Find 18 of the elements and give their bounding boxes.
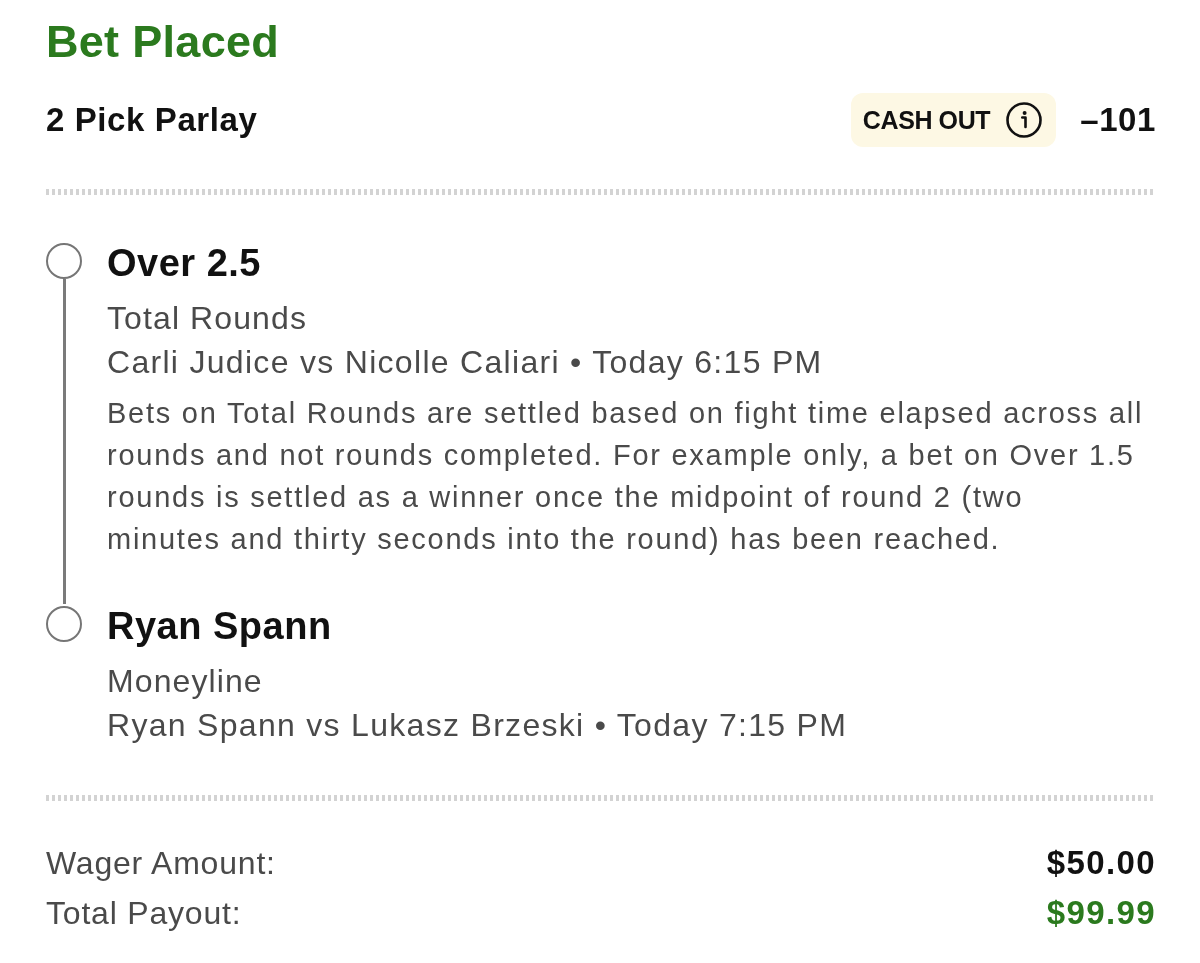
summary-label: Wager Amount:: [46, 844, 276, 882]
timeline-node-icon: [46, 606, 82, 642]
market-label: Moneyline: [107, 662, 264, 701]
summary-value: $50.00: [1046, 844, 1156, 882]
bet-type-label: 2 Pick Parlay: [46, 101, 259, 139]
info-icon: [1006, 102, 1043, 138]
selection-title: Ryan Spann: [107, 604, 333, 648]
rules-note: Bets on Total Rounds are settled based on fight time elapsed across all rounds and not rounds completed. For example only, a bet on Over 1.5 rounds is settled as a winner once the midpoint of round 2 (two minutes and thirty seconds into the round) has been reached.: [107, 396, 1144, 557]
timeline-node-icon: [46, 243, 82, 279]
summary-value: $99.99: [1046, 894, 1156, 932]
status-title: Bet Placed: [46, 15, 281, 69]
odds-value: –101: [1080, 101, 1156, 139]
event-info: Carli Judice vs Nicolle Caliari • Today 6:15 PM: [107, 343, 824, 382]
cash-out-button[interactable]: CASH OUT: [850, 93, 1057, 147]
summary-label: Total Payout:: [46, 894, 242, 932]
selection-title: Over 2.5: [107, 241, 262, 285]
market-label: Total Rounds: [107, 299, 308, 338]
event-info: Ryan Spann vs Lukasz Brzeski • Today 7:15 PM: [107, 706, 849, 745]
